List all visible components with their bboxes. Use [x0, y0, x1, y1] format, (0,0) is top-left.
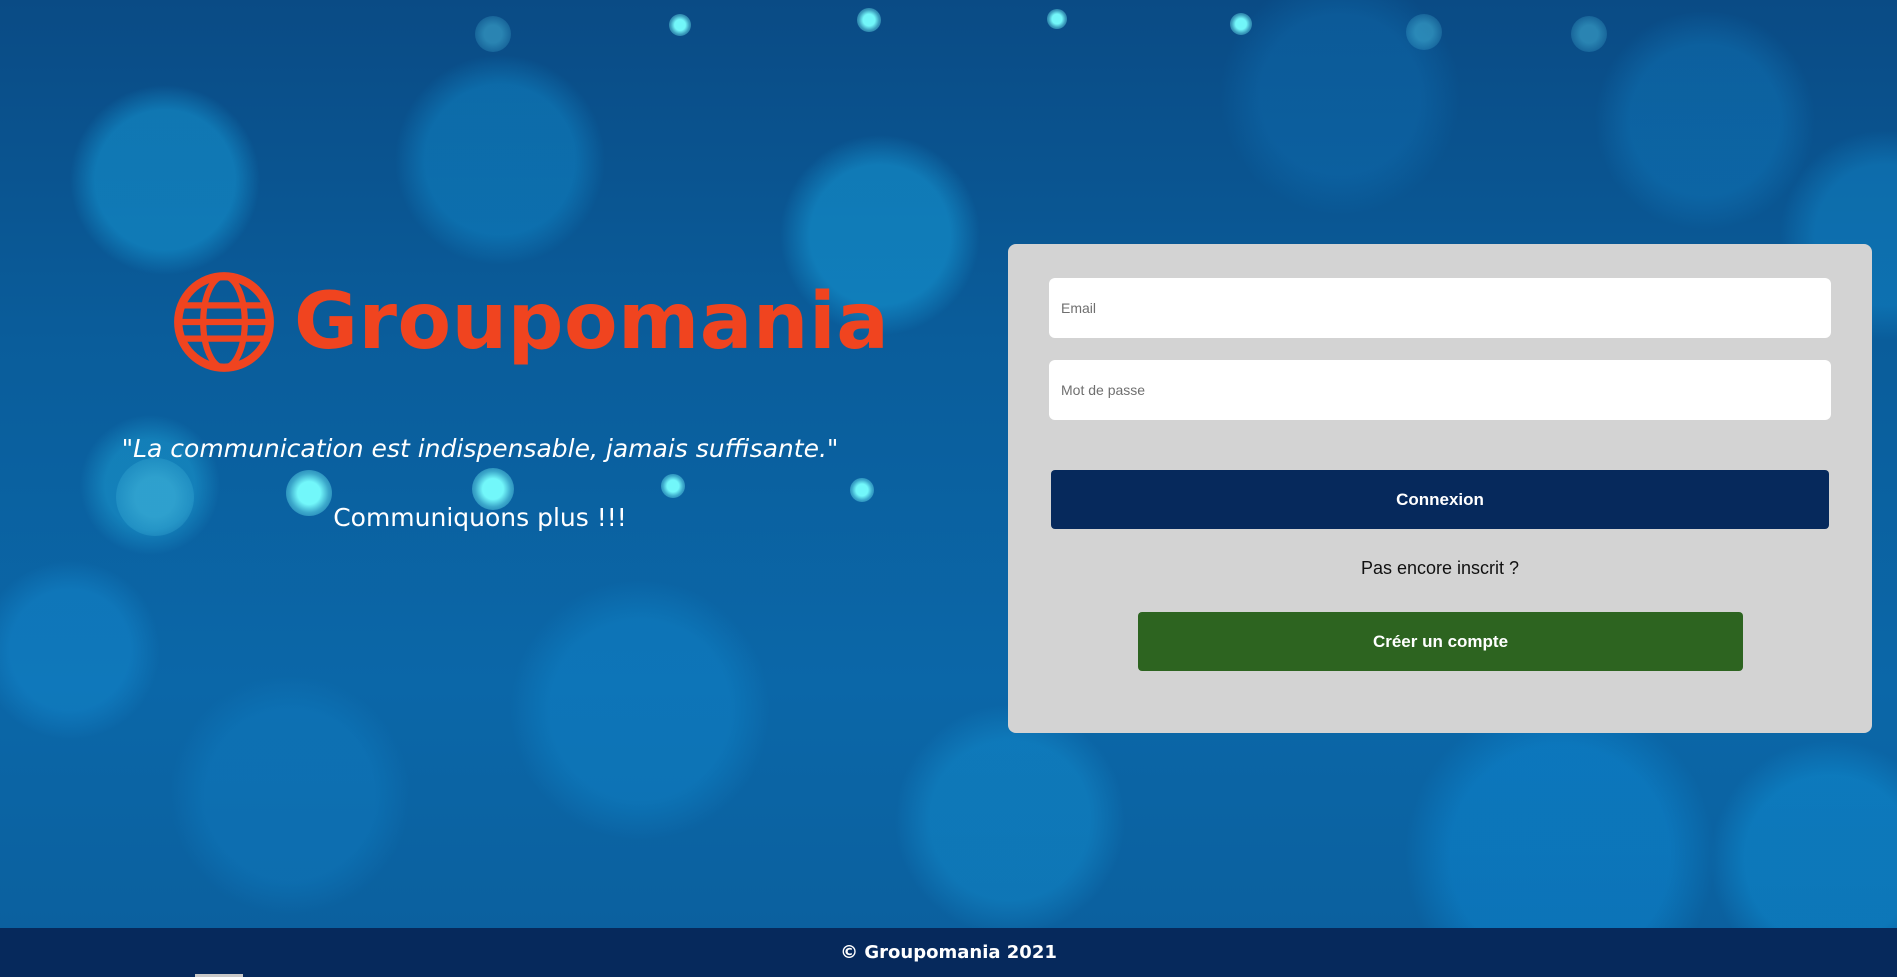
- login-button[interactable]: Connexion: [1051, 470, 1829, 529]
- brand-logo: Groupomania: [172, 270, 889, 374]
- footer-copyright: © Groupomania 2021: [840, 942, 1057, 963]
- bokeh-light: [850, 478, 874, 502]
- bokeh-light: [1571, 16, 1607, 52]
- bokeh-light: [669, 14, 691, 36]
- signup-prompt: Pas encore inscrit ?: [1360, 558, 1520, 578]
- globe-icon: [174, 272, 274, 372]
- brand-name: Groupomania: [294, 277, 890, 367]
- page-footer: © Groupomania 2021: [0, 928, 1897, 977]
- password-field[interactable]: [1049, 360, 1831, 420]
- hero-section: Groupomania "La communication est indisp…: [120, 270, 889, 550]
- company-motto: "La communication est indispensable, jam…: [121, 434, 839, 463]
- company-slogan: Communiquons plus !!!: [333, 503, 627, 532]
- email-field[interactable]: [1049, 278, 1831, 338]
- bokeh-light: [475, 16, 511, 52]
- bokeh-light: [857, 8, 881, 32]
- create-account-button[interactable]: Créer un compte: [1138, 612, 1743, 671]
- bokeh-light: [1047, 9, 1067, 29]
- bokeh-light: [1406, 14, 1442, 50]
- bokeh-light: [1230, 13, 1252, 35]
- login-card: Connexion Pas encore inscrit ? Créer un …: [1008, 244, 1872, 733]
